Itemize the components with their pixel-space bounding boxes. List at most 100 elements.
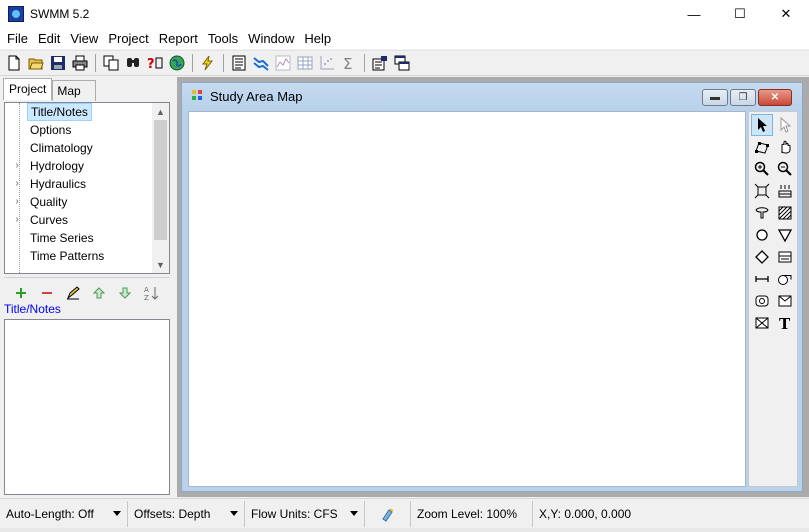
- pan-icon[interactable]: [774, 136, 796, 158]
- browser-splitter[interactable]: [4, 277, 170, 281]
- query-icon[interactable]: ?: [144, 52, 166, 74]
- table-icon[interactable]: [294, 52, 316, 74]
- full-extent-icon[interactable]: [751, 180, 773, 202]
- map-window-title: Study Area Map: [210, 88, 303, 104]
- orifice-icon[interactable]: [751, 290, 773, 312]
- tree-item-label: Hydraulics: [30, 177, 87, 191]
- run-simulation-icon[interactable]: [197, 52, 219, 74]
- pump-icon[interactable]: [774, 268, 796, 290]
- find-icon[interactable]: [122, 52, 144, 74]
- tree-item-label: Time Patterns: [30, 249, 105, 263]
- menu-window[interactable]: Window: [243, 28, 299, 49]
- divider-icon[interactable]: [751, 246, 773, 268]
- conduit-icon[interactable]: [751, 268, 773, 290]
- menu-file[interactable]: File: [2, 28, 33, 49]
- toolbar-separator: [223, 54, 224, 72]
- zoom-in-icon[interactable]: [751, 158, 773, 180]
- tree-item-label: Time Series: [30, 231, 94, 245]
- menu-report[interactable]: Report: [154, 28, 203, 49]
- new-file-icon[interactable]: [3, 52, 25, 74]
- subcatchment-icon[interactable]: [751, 202, 773, 224]
- map-close-button[interactable]: ✕: [758, 89, 792, 106]
- arrange-windows-icon[interactable]: [391, 52, 413, 74]
- storage-unit-icon[interactable]: [774, 246, 796, 268]
- svg-text:Σ: Σ: [343, 55, 352, 71]
- study-area-map-window: Study Area Map ▬ ❐ ✕ T: [181, 82, 803, 492]
- scrollbar-thumb[interactable]: [154, 120, 167, 240]
- tree-item-label: Quality: [30, 195, 68, 209]
- object-toolbar: AZ: [4, 282, 170, 304]
- flow-units-dropdown[interactable]: Flow Units: CFS: [245, 500, 365, 527]
- junction-icon[interactable]: [751, 224, 773, 246]
- label-text-icon[interactable]: T: [774, 312, 796, 334]
- map-minimize-button[interactable]: ▬: [702, 89, 728, 106]
- map-window-title-bar[interactable]: Study Area Map ▬ ❐ ✕: [182, 83, 802, 109]
- select-vertex-icon[interactable]: [774, 114, 796, 136]
- scatter-plot-icon[interactable]: [316, 52, 338, 74]
- print-icon[interactable]: [69, 52, 91, 74]
- rain-gage-icon[interactable]: [774, 180, 796, 202]
- tree-item-title-notes[interactable]: Title/Notes: [5, 103, 92, 121]
- chevron-right-icon[interactable]: ›: [11, 175, 23, 193]
- scroll-down-icon[interactable]: ▼: [152, 256, 169, 273]
- outfall-icon[interactable]: [774, 224, 796, 246]
- move-up-icon[interactable]: [86, 282, 112, 304]
- copy-icon[interactable]: [100, 52, 122, 74]
- tree-item-options[interactable]: Options: [5, 121, 74, 139]
- maximize-button[interactable]: ☐: [717, 0, 763, 28]
- tree-item-quality[interactable]: › Quality: [5, 193, 70, 211]
- chevron-down-icon: [230, 510, 238, 516]
- menu-edit[interactable]: Edit: [33, 28, 65, 49]
- tree-scrollbar[interactable]: ▲ ▼: [152, 103, 169, 273]
- tree-item-label: Curves: [30, 213, 69, 227]
- tree-item-time-patterns[interactable]: Time Patterns: [5, 247, 107, 265]
- save-icon[interactable]: [47, 52, 69, 74]
- zoom-level-label: Zoom Level: 100%: [417, 506, 518, 521]
- close-button[interactable]: ✕: [763, 0, 809, 28]
- time-series-plot-icon[interactable]: [272, 52, 294, 74]
- options-icon[interactable]: [369, 52, 391, 74]
- menu-tools[interactable]: Tools: [203, 28, 243, 49]
- sort-icon[interactable]: AZ: [138, 282, 164, 304]
- map-restore-button[interactable]: ❐: [730, 89, 756, 106]
- menu-help[interactable]: Help: [299, 28, 336, 49]
- tree-item-label: Hydrology: [30, 159, 85, 173]
- tree-item-time-series[interactable]: Time Series: [5, 229, 97, 247]
- status-report-icon[interactable]: [228, 52, 250, 74]
- profile-plot-icon[interactable]: [250, 52, 272, 74]
- outlet-icon[interactable]: [751, 312, 773, 334]
- subcatchment-hatch-icon[interactable]: [774, 202, 796, 224]
- move-down-icon[interactable]: [112, 282, 138, 304]
- tree-item-curves[interactable]: › Curves: [5, 211, 71, 229]
- offsets-dropdown[interactable]: Offsets: Depth: [128, 500, 245, 527]
- zoom-out-icon[interactable]: [774, 158, 796, 180]
- overview-map-icon[interactable]: [166, 52, 188, 74]
- select-object-icon[interactable]: [751, 114, 773, 136]
- tab-map[interactable]: Map: [52, 80, 97, 101]
- zoom-level-display: Zoom Level: 100%: [411, 500, 533, 527]
- tree-item-climatology[interactable]: Climatology: [5, 139, 96, 157]
- swmm-app-icon: [8, 6, 24, 22]
- weir-icon[interactable]: [774, 290, 796, 312]
- statistics-icon[interactable]: Σ: [338, 52, 360, 74]
- menu-project[interactable]: Project: [103, 28, 153, 49]
- open-folder-icon[interactable]: [25, 52, 47, 74]
- map-canvas[interactable]: [188, 111, 746, 487]
- mdi-client-area: Study Area Map ▬ ❐ ✕ T: [177, 77, 809, 497]
- menu-view[interactable]: View: [65, 28, 103, 49]
- edit-icon[interactable]: [60, 282, 86, 304]
- object-list-box[interactable]: [4, 319, 170, 495]
- chevron-right-icon[interactable]: ›: [11, 211, 23, 229]
- scroll-up-icon[interactable]: ▲: [152, 103, 169, 120]
- tab-project[interactable]: Project: [3, 78, 53, 100]
- delete-icon[interactable]: [34, 282, 60, 304]
- minimize-button[interactable]: —: [671, 0, 717, 28]
- chevron-right-icon[interactable]: ›: [11, 157, 23, 175]
- chevron-right-icon[interactable]: ›: [11, 193, 23, 211]
- tree-item-hydrology[interactable]: › Hydrology: [5, 157, 87, 175]
- auto-length-dropdown[interactable]: Auto-Length: Off: [0, 500, 128, 527]
- selected-object-label: Title/Notes: [4, 302, 61, 316]
- select-region-icon[interactable]: [751, 136, 773, 158]
- add-icon[interactable]: [8, 282, 34, 304]
- tree-item-hydraulics[interactable]: › Hydraulics: [5, 175, 89, 193]
